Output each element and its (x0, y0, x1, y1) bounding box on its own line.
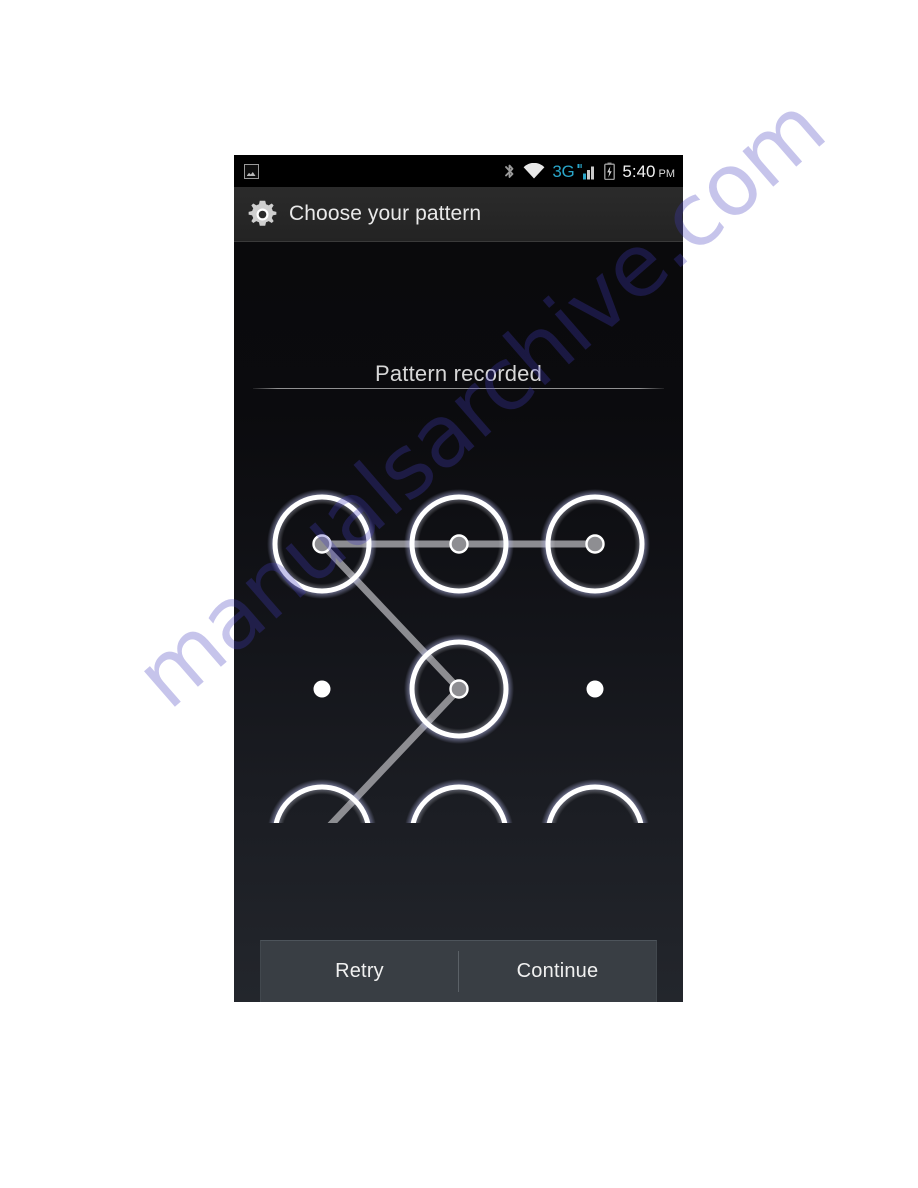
network-type-label: 3G (552, 161, 575, 181)
pattern-node-middle-left[interactable] (313, 680, 331, 698)
pattern-node-top-center[interactable] (404, 489, 514, 599)
retry-button[interactable]: Retry (261, 941, 458, 1002)
status-bar-clock: 5:40 PM (622, 163, 675, 180)
pattern-node-top-left[interactable] (267, 489, 377, 599)
signal-bars-icon (577, 163, 595, 179)
wifi-icon (523, 162, 545, 178)
clock-ampm: PM (658, 167, 676, 180)
action-bar: Choose your pattern (234, 187, 683, 242)
phone-screenshot: 3G 5:40 PM Choose your pattern Pattern r… (234, 155, 683, 1002)
picture-icon (244, 163, 259, 179)
pattern-node-bottom-center[interactable] (404, 779, 514, 823)
button-bar: Retry Continue (260, 940, 657, 1002)
pattern-node-middle-center[interactable] (404, 634, 514, 744)
status-bar: 3G 5:40 PM (234, 155, 683, 187)
status-message: Pattern recorded (374, 361, 543, 386)
gear-icon[interactable] (248, 200, 277, 229)
pattern-node-bottom-left[interactable] (267, 779, 377, 823)
pattern-lock-grid[interactable] (234, 403, 683, 823)
horizontal-divider (253, 388, 664, 389)
content-area: Pattern recorded Retry Continue (234, 243, 683, 1002)
status-bar-right: 3G 5:40 PM (503, 162, 675, 181)
pattern-node-middle-right[interactable] (586, 680, 604, 698)
document-page: 3G 5:40 PM Choose your pattern Pattern r… (0, 0, 918, 1188)
battery-icon (604, 162, 616, 180)
page-title: Choose your pattern (289, 202, 482, 225)
continue-button[interactable]: Continue (459, 941, 656, 1002)
status-bar-left (244, 163, 503, 179)
pattern-node-top-right[interactable] (540, 489, 650, 599)
pattern-node-bottom-right[interactable] (540, 779, 650, 823)
bluetooth-icon (505, 164, 514, 178)
clock-time: 5:40 (622, 161, 656, 181)
